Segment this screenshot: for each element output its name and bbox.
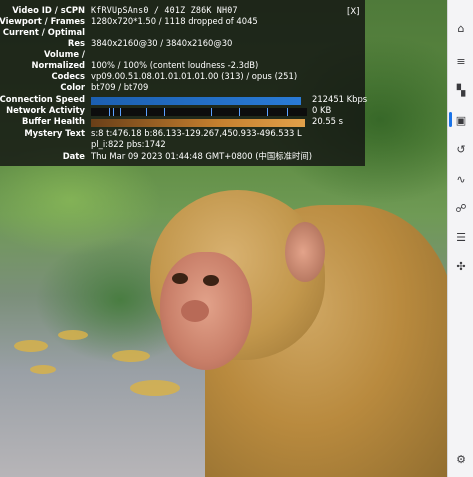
stats-value: s:8 t:476.18 b:86.133-129.267,450.933-49… — [91, 128, 302, 138]
leaf — [30, 365, 56, 374]
leaf — [130, 380, 180, 396]
stats-row-mystery-text: Mystery Text s:8 t:476.18 b:86.133-129.2… — [0, 128, 365, 139]
stats-value: 3840x2160@30 / 3840x2160@30 — [91, 38, 233, 48]
stats-label: Color — [60, 82, 85, 92]
stats-row-color: Color bt709 / bt709 — [0, 82, 365, 93]
stats-label: Date — [62, 151, 85, 161]
network-activity-tick — [113, 108, 114, 116]
stats-label: Viewport / Frames — [0, 16, 85, 26]
stats-row-current-optimal: Current / Optimal — [0, 27, 365, 38]
monkey-ear — [285, 222, 325, 282]
stats-value: Thu Mar 09 2023 01:44:48 GMT+0800 (中国标准时… — [91, 151, 313, 161]
monkey-eye-right — [203, 275, 219, 286]
network-activity-tick — [267, 108, 268, 116]
stats-label: Video ID / sCPN — [12, 5, 85, 15]
puzzle-icon[interactable]: ✣ — [453, 258, 469, 274]
stats-value: 1280x720*1.50 / 1118 dropped of 4045 — [91, 16, 258, 26]
monkey-nose — [181, 300, 209, 322]
right-sidebar: ⌂ ≡ ▚ ▣ ↺ ∿ ☍ ☰ ✣ ⚙ — [447, 0, 473, 477]
list-icon[interactable]: ☰ — [453, 229, 469, 245]
leaf — [112, 350, 150, 362]
settings-icon[interactable]: ⚙ — [453, 451, 469, 467]
stats-label: Normalized — [31, 60, 85, 70]
stats-label: Buffer Health — [21, 116, 85, 126]
active-indicator — [449, 112, 452, 127]
stats-value: vp09.00.51.08.01.01.01.01.00 (313) / opu… — [91, 71, 298, 81]
history-icon[interactable]: ↺ — [453, 141, 469, 157]
network-activity-tick — [287, 108, 288, 116]
stats-value: KfRVUpSAns0 / 401Z Z86K NH07 — [91, 5, 238, 15]
network-activity-value: 0 KB — [312, 105, 332, 115]
stats-label: Mystery Text — [24, 128, 85, 138]
leaf — [58, 330, 88, 340]
stats-row-normalized: Normalized 100% / 100% (content loudness… — [0, 60, 365, 71]
stats-value: 100% / 100% (content loudness -2.3dB) — [91, 60, 259, 70]
stats-row-volume: Volume / — [0, 49, 365, 60]
stats-row-mystery-text-2: pl_i:822 pbs:1742 — [0, 139, 365, 150]
buffer-health-bar — [91, 119, 305, 127]
people-icon[interactable]: ☍ — [453, 200, 469, 216]
stats-label: Volume / — [44, 49, 85, 59]
image-icon[interactable]: ▣ — [453, 112, 469, 128]
stats-label: Codecs — [51, 71, 85, 81]
stats-row-date: Date Thu Mar 09 2023 01:44:48 GMT+0800 (… — [0, 151, 365, 162]
signature-icon[interactable]: ∿ — [453, 171, 469, 187]
stats-row-res: Res 3840x2160@30 / 3840x2160@30 — [0, 38, 365, 49]
sidebar-top-icon[interactable]: ⌂ — [453, 20, 469, 36]
network-activity-tick — [164, 108, 165, 116]
stats-label: Network Activity — [6, 105, 85, 115]
stats-row-viewport: Viewport / Frames 1280x720*1.50 / 1118 d… — [0, 16, 365, 27]
stats-value: bt709 / bt709 — [91, 82, 149, 92]
network-activity-tick — [239, 108, 240, 116]
stats-row-video-id: Video ID / sCPN KfRVUpSAns0 / 401Z Z86K … — [0, 5, 365, 16]
buffer-health-value: 20.55 s — [312, 116, 344, 126]
stats-row-codecs: Codecs vp09.00.51.08.01.01.01.01.00 (313… — [0, 71, 365, 82]
network-activity-tick — [146, 108, 147, 116]
network-activity-tick — [211, 108, 212, 116]
network-activity-tick — [120, 108, 121, 116]
network-activity-tick — [109, 108, 110, 116]
connection-speed-bar — [91, 97, 301, 105]
menu-icon[interactable]: ≡ — [453, 53, 469, 69]
stats-for-nerds-panel: [X] Video ID / sCPN KfRVUpSAns0 / 401Z Z… — [0, 0, 368, 166]
network-activity-bar — [91, 108, 307, 116]
leaf — [14, 340, 48, 352]
stats-label: Connection Speed — [0, 94, 85, 104]
layout-icon[interactable]: ▚ — [453, 82, 469, 98]
monkey-eye-left — [172, 273, 188, 284]
stats-label: Current / Optimal — [2, 27, 85, 37]
stats-value: pl_i:822 pbs:1742 — [91, 139, 166, 149]
connection-speed-value: 212451 Kbps — [312, 94, 368, 104]
stats-label: Res — [67, 38, 85, 48]
